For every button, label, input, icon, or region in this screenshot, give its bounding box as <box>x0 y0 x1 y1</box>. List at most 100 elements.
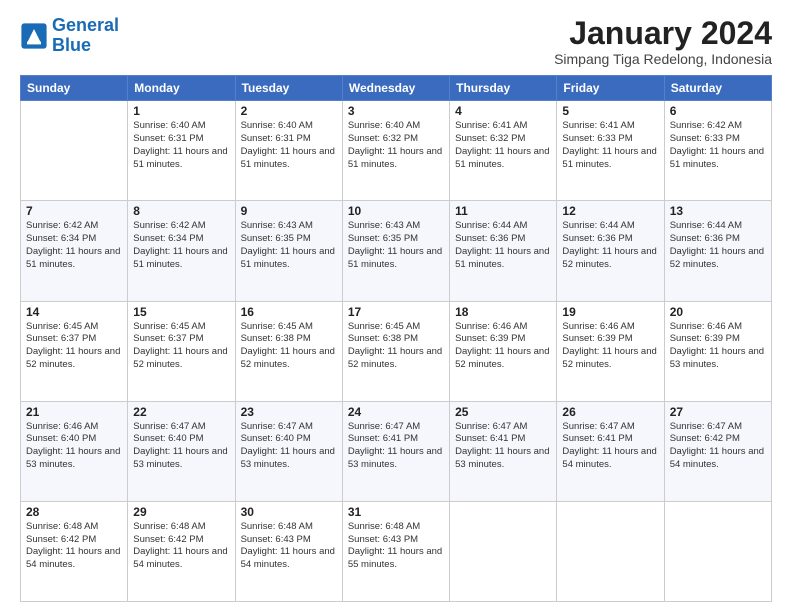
cell-info: Sunrise: 6:40 AMSunset: 6:31 PMDaylight:… <box>133 120 229 171</box>
table-row <box>21 101 128 201</box>
table-row: 27 Sunrise: 6:47 AMSunset: 6:42 PMDaylig… <box>664 401 771 501</box>
cell-day-number: 21 <box>26 405 122 419</box>
col-thursday: Thursday <box>450 76 557 101</box>
cell-day-number: 11 <box>455 204 551 218</box>
table-row: 29 Sunrise: 6:48 AMSunset: 6:42 PMDaylig… <box>128 501 235 601</box>
calendar-title: January 2024 <box>554 16 772 51</box>
cell-info: Sunrise: 6:48 AMSunset: 6:43 PMDaylight:… <box>348 521 444 572</box>
table-row: 12 Sunrise: 6:44 AMSunset: 6:36 PMDaylig… <box>557 201 664 301</box>
table-row: 1 Sunrise: 6:40 AMSunset: 6:31 PMDayligh… <box>128 101 235 201</box>
cell-info: Sunrise: 6:41 AMSunset: 6:33 PMDaylight:… <box>562 120 658 171</box>
table-row <box>664 501 771 601</box>
cell-day-number: 27 <box>670 405 766 419</box>
table-row: 5 Sunrise: 6:41 AMSunset: 6:33 PMDayligh… <box>557 101 664 201</box>
calendar-week-row: 14 Sunrise: 6:45 AMSunset: 6:37 PMDaylig… <box>21 301 772 401</box>
cell-info: Sunrise: 6:48 AMSunset: 6:43 PMDaylight:… <box>241 521 337 572</box>
page: General Blue January 2024 Simpang Tiga R… <box>0 0 792 612</box>
table-row: 4 Sunrise: 6:41 AMSunset: 6:32 PMDayligh… <box>450 101 557 201</box>
calendar-header-row: Sunday Monday Tuesday Wednesday Thursday… <box>21 76 772 101</box>
cell-info: Sunrise: 6:47 AMSunset: 6:40 PMDaylight:… <box>133 421 229 472</box>
cell-day-number: 4 <box>455 104 551 118</box>
col-monday: Monday <box>128 76 235 101</box>
logo-blue: Blue <box>52 36 119 56</box>
cell-info: Sunrise: 6:44 AMSunset: 6:36 PMDaylight:… <box>562 220 658 271</box>
logo-icon <box>20 22 48 50</box>
col-saturday: Saturday <box>664 76 771 101</box>
calendar-table: Sunday Monday Tuesday Wednesday Thursday… <box>20 75 772 602</box>
col-sunday: Sunday <box>21 76 128 101</box>
cell-day-number: 24 <box>348 405 444 419</box>
logo-text: General Blue <box>52 16 119 56</box>
cell-info: Sunrise: 6:43 AMSunset: 6:35 PMDaylight:… <box>241 220 337 271</box>
calendar-week-row: 7 Sunrise: 6:42 AMSunset: 6:34 PMDayligh… <box>21 201 772 301</box>
table-row: 26 Sunrise: 6:47 AMSunset: 6:41 PMDaylig… <box>557 401 664 501</box>
cell-info: Sunrise: 6:40 AMSunset: 6:32 PMDaylight:… <box>348 120 444 171</box>
cell-info: Sunrise: 6:48 AMSunset: 6:42 PMDaylight:… <box>133 521 229 572</box>
cell-day-number: 6 <box>670 104 766 118</box>
cell-day-number: 7 <box>26 204 122 218</box>
cell-day-number: 13 <box>670 204 766 218</box>
table-row <box>557 501 664 601</box>
table-row: 30 Sunrise: 6:48 AMSunset: 6:43 PMDaylig… <box>235 501 342 601</box>
cell-info: Sunrise: 6:46 AMSunset: 6:39 PMDaylight:… <box>455 321 551 372</box>
cell-day-number: 8 <box>133 204 229 218</box>
cell-day-number: 10 <box>348 204 444 218</box>
table-row: 25 Sunrise: 6:47 AMSunset: 6:41 PMDaylig… <box>450 401 557 501</box>
table-row: 7 Sunrise: 6:42 AMSunset: 6:34 PMDayligh… <box>21 201 128 301</box>
table-row: 20 Sunrise: 6:46 AMSunset: 6:39 PMDaylig… <box>664 301 771 401</box>
cell-info: Sunrise: 6:42 AMSunset: 6:34 PMDaylight:… <box>26 220 122 271</box>
col-tuesday: Tuesday <box>235 76 342 101</box>
cell-day-number: 25 <box>455 405 551 419</box>
table-row <box>450 501 557 601</box>
table-row: 22 Sunrise: 6:47 AMSunset: 6:40 PMDaylig… <box>128 401 235 501</box>
table-row: 3 Sunrise: 6:40 AMSunset: 6:32 PMDayligh… <box>342 101 449 201</box>
table-row: 14 Sunrise: 6:45 AMSunset: 6:37 PMDaylig… <box>21 301 128 401</box>
table-row: 23 Sunrise: 6:47 AMSunset: 6:40 PMDaylig… <box>235 401 342 501</box>
logo-general: General <box>52 15 119 35</box>
cell-day-number: 30 <box>241 505 337 519</box>
cell-day-number: 9 <box>241 204 337 218</box>
table-row: 17 Sunrise: 6:45 AMSunset: 6:38 PMDaylig… <box>342 301 449 401</box>
cell-day-number: 16 <box>241 305 337 319</box>
cell-info: Sunrise: 6:46 AMSunset: 6:39 PMDaylight:… <box>562 321 658 372</box>
cell-day-number: 2 <box>241 104 337 118</box>
cell-day-number: 5 <box>562 104 658 118</box>
table-row: 28 Sunrise: 6:48 AMSunset: 6:42 PMDaylig… <box>21 501 128 601</box>
table-row: 8 Sunrise: 6:42 AMSunset: 6:34 PMDayligh… <box>128 201 235 301</box>
cell-info: Sunrise: 6:44 AMSunset: 6:36 PMDaylight:… <box>455 220 551 271</box>
cell-day-number: 18 <box>455 305 551 319</box>
table-row: 24 Sunrise: 6:47 AMSunset: 6:41 PMDaylig… <box>342 401 449 501</box>
title-block: January 2024 Simpang Tiga Redelong, Indo… <box>554 16 772 67</box>
cell-day-number: 3 <box>348 104 444 118</box>
table-row: 6 Sunrise: 6:42 AMSunset: 6:33 PMDayligh… <box>664 101 771 201</box>
cell-day-number: 28 <box>26 505 122 519</box>
cell-info: Sunrise: 6:47 AMSunset: 6:41 PMDaylight:… <box>348 421 444 472</box>
table-row: 15 Sunrise: 6:45 AMSunset: 6:37 PMDaylig… <box>128 301 235 401</box>
cell-info: Sunrise: 6:45 AMSunset: 6:37 PMDaylight:… <box>133 321 229 372</box>
cell-info: Sunrise: 6:48 AMSunset: 6:42 PMDaylight:… <box>26 521 122 572</box>
cell-day-number: 1 <box>133 104 229 118</box>
cell-info: Sunrise: 6:44 AMSunset: 6:36 PMDaylight:… <box>670 220 766 271</box>
table-row: 16 Sunrise: 6:45 AMSunset: 6:38 PMDaylig… <box>235 301 342 401</box>
table-row: 21 Sunrise: 6:46 AMSunset: 6:40 PMDaylig… <box>21 401 128 501</box>
cell-day-number: 12 <box>562 204 658 218</box>
cell-info: Sunrise: 6:46 AMSunset: 6:40 PMDaylight:… <box>26 421 122 472</box>
cell-day-number: 17 <box>348 305 444 319</box>
cell-info: Sunrise: 6:45 AMSunset: 6:37 PMDaylight:… <box>26 321 122 372</box>
cell-day-number: 31 <box>348 505 444 519</box>
cell-info: Sunrise: 6:47 AMSunset: 6:42 PMDaylight:… <box>670 421 766 472</box>
cell-info: Sunrise: 6:47 AMSunset: 6:41 PMDaylight:… <box>455 421 551 472</box>
cell-day-number: 15 <box>133 305 229 319</box>
cell-info: Sunrise: 6:41 AMSunset: 6:32 PMDaylight:… <box>455 120 551 171</box>
cell-day-number: 20 <box>670 305 766 319</box>
cell-day-number: 29 <box>133 505 229 519</box>
header: General Blue January 2024 Simpang Tiga R… <box>20 16 772 67</box>
table-row: 31 Sunrise: 6:48 AMSunset: 6:43 PMDaylig… <box>342 501 449 601</box>
col-friday: Friday <box>557 76 664 101</box>
calendar-week-row: 28 Sunrise: 6:48 AMSunset: 6:42 PMDaylig… <box>21 501 772 601</box>
cell-info: Sunrise: 6:40 AMSunset: 6:31 PMDaylight:… <box>241 120 337 171</box>
cell-info: Sunrise: 6:47 AMSunset: 6:40 PMDaylight:… <box>241 421 337 472</box>
cell-day-number: 14 <box>26 305 122 319</box>
table-row: 11 Sunrise: 6:44 AMSunset: 6:36 PMDaylig… <box>450 201 557 301</box>
cell-day-number: 19 <box>562 305 658 319</box>
